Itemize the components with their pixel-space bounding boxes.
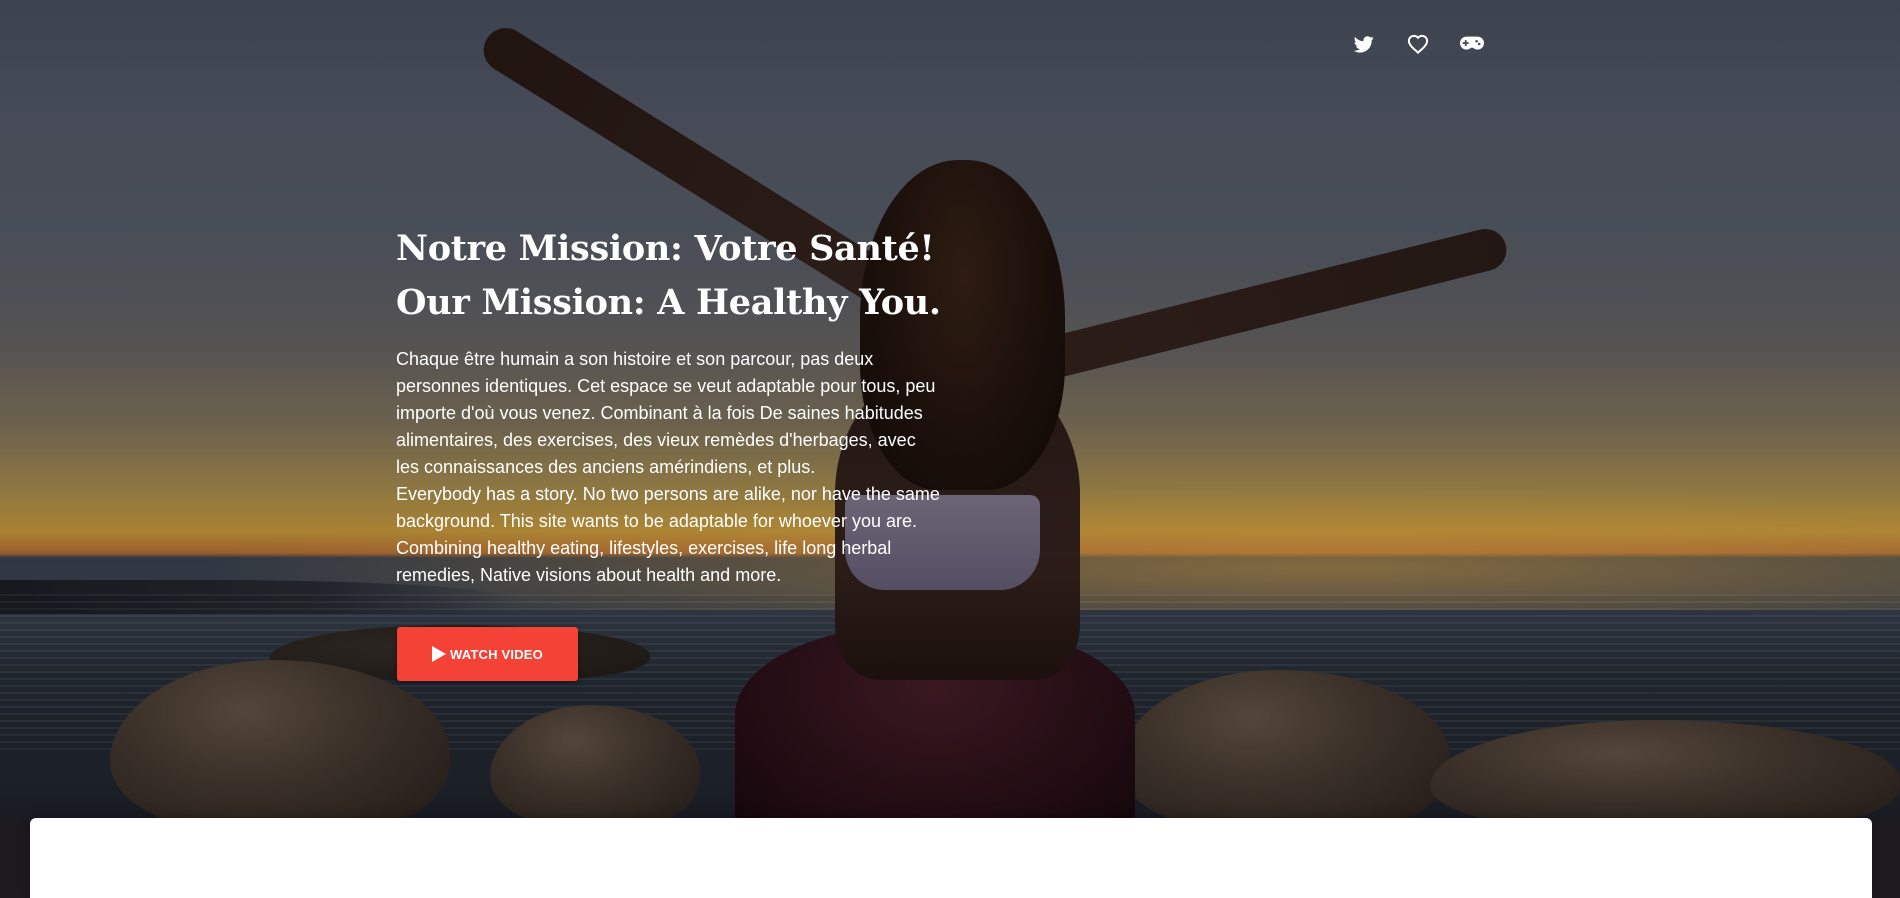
hero-content: Notre Mission: Votre Santé! Our Mission:…	[396, 222, 956, 589]
hero-description: Chaque être humain a son histoire et son…	[396, 346, 941, 589]
twitter-icon	[1354, 35, 1374, 52]
game-link[interactable]	[1458, 30, 1486, 58]
favorite-link[interactable]	[1404, 30, 1432, 58]
hero-description-en: Everybody has a story. No two persons ar…	[396, 484, 940, 585]
hero-title-en: Our Mission: A Healthy You.	[396, 282, 941, 323]
social-links	[1350, 30, 1486, 58]
watch-video-label: WATCH VIDEO	[450, 646, 543, 662]
twitter-link[interactable]	[1350, 30, 1378, 58]
content-card	[30, 818, 1872, 898]
hero-title-fr: Notre Mission: Votre Santé!	[396, 228, 935, 269]
hero-title: Notre Mission: Votre Santé! Our Mission:…	[396, 222, 956, 330]
play-icon	[432, 646, 447, 662]
gamepad-icon	[1460, 36, 1484, 50]
watch-video-button[interactable]: WATCH VIDEO	[397, 627, 578, 681]
heart-icon	[1407, 34, 1429, 54]
hero-description-fr: Chaque être humain a son histoire et son…	[396, 349, 936, 477]
